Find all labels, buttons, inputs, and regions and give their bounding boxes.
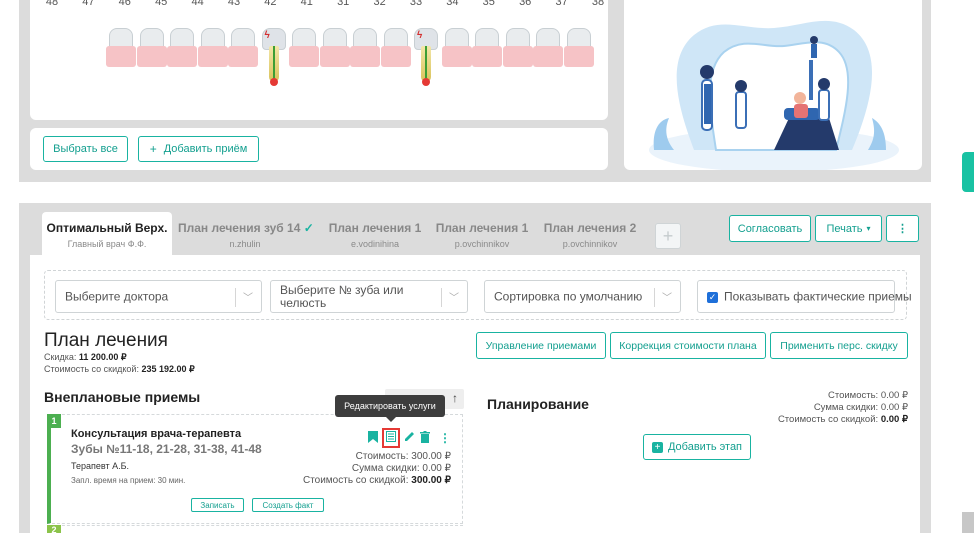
tooth-chart: 48 47 46 45 44 43 42 41 31 32 33 34 35 36 37 38 ϟϟ	[30, 0, 608, 120]
tooth-actions-panel: Выбрать все + Добавить приём	[30, 128, 608, 170]
chevron-down-icon: ﹀	[449, 293, 459, 304]
plan-tab-author: p.ovchinnikov	[454, 239, 510, 249]
plan-tab[interactable]: План лечения зуб 14 ✓ n.zhulin	[178, 212, 314, 256]
appointment-card	[47, 525, 463, 533]
add-stage-label: Добавить этап	[667, 441, 743, 453]
plan-cost-with-discount: Стоимость со скидкой: 235 192.00 ₽	[44, 364, 195, 374]
service-teeth: Зубы №11-18, 21-28, 31-38, 41-48	[71, 442, 262, 456]
planning-total: Стоимость со скидкой: 0.00 ₽	[777, 414, 908, 425]
create-fact-button[interactable]: Создать факт	[252, 498, 324, 512]
service-cost: Стоимость: 300.00 ₽	[355, 451, 451, 462]
side-feedback-tab[interactable]	[962, 152, 974, 192]
tooth-number: 46	[118, 0, 131, 8]
plan-title: План лечения	[44, 330, 168, 351]
more-vertical-icon: ⋮	[897, 223, 908, 235]
plan-tab-author: p.ovchinnikov	[562, 239, 618, 249]
apply-personal-discount-button[interactable]: Применить перс. скидку	[770, 332, 908, 359]
tooth-number: 43	[227, 0, 241, 8]
plan-tab[interactable]: План лечения 1 e.vodinihina	[322, 212, 428, 256]
plan-tab-title: План лечения 1	[435, 221, 529, 235]
select-all-label: Выбрать все	[53, 143, 118, 155]
plan-discount: Скидка: 11 200.00 ₽	[44, 352, 127, 362]
checkbox-checked-icon[interactable]: ✓	[707, 292, 718, 303]
add-appointment-button[interactable]: + Добавить приём	[138, 136, 259, 162]
tooth-number: 34	[446, 0, 459, 8]
manage-appointments-button[interactable]: Управление приемами	[476, 332, 606, 359]
service-doctor: Терапевт А.Б.	[71, 461, 130, 471]
add-appointment-label: Добавить приём	[163, 143, 248, 155]
service-discount: Сумма скидки: 0.00 ₽	[351, 463, 451, 474]
tooth-number: 42	[264, 0, 277, 8]
tooth-number: 33	[409, 0, 423, 8]
add-plan-tab-button[interactable]: +	[655, 223, 681, 249]
plus-icon: +	[149, 142, 157, 156]
agree-button[interactable]: Согласовать	[729, 215, 811, 242]
chevron-down-icon: ▾	[866, 224, 871, 233]
check-icon: ✓	[300, 221, 314, 235]
plan-tab[interactable]: План лечения 2 p.ovchinnikov	[538, 212, 642, 256]
planning-title: Планирование	[487, 396, 589, 412]
pencil-icon[interactable]	[404, 431, 415, 445]
appointment-number-badge: 1	[47, 414, 61, 428]
service-total: Стоимость со скидкой: 300.00 ₽	[302, 475, 451, 486]
tooltip-arrow	[386, 417, 396, 422]
tooth-select-placeholder: Выберите № зуба или челюсть	[280, 282, 404, 310]
plan-tab-author: e.vodinihina	[350, 239, 400, 249]
show-actual-label: Показывать фактические приемы	[724, 289, 912, 303]
dentist-illustration	[624, 0, 922, 170]
plan-tab-title: План лечения 2	[543, 221, 637, 235]
plan-tab-title: План лечения 1	[328, 221, 422, 235]
tooth-number: 45	[155, 0, 168, 8]
add-stage-button[interactable]: + Добавить этап	[643, 434, 751, 460]
tooth-number: 31	[337, 0, 350, 8]
record-button[interactable]: Записать	[191, 498, 244, 512]
tooth-number: 47	[82, 0, 95, 8]
more-vertical-icon[interactable]: ⋮	[439, 431, 451, 445]
planned-time: Запл. время на прием: 30 мин.	[71, 476, 186, 485]
tooth-select[interactable]: Выберите № зуба или челюсть ﹀	[270, 280, 468, 313]
unplanned-appointments-title: Внеплановые приемы	[44, 389, 201, 405]
bookmark-icon[interactable]	[368, 431, 378, 446]
agree-label: Согласовать	[737, 222, 803, 235]
edit-services-icon[interactable]	[382, 428, 400, 448]
correct-plan-cost-button[interactable]: Коррекция стоимости плана	[610, 332, 766, 359]
print-button[interactable]: Печать ▾	[815, 215, 882, 242]
sort-select-value: Сортировка по умолчанию	[494, 289, 643, 303]
tooth-numbers-row: 48 47 46 45 44 43 42 41 31 32 33 34 35 36 37 38	[30, 0, 608, 12]
chevron-down-icon: ﹀	[243, 293, 253, 304]
edit-services-tooltip: Редактировать услуги	[335, 395, 445, 417]
tooth-number: 35	[482, 0, 495, 8]
plan-tab[interactable]: План лечения 1 p.ovchinnikov	[432, 212, 532, 256]
plan-tab-title: План лечения зуб 14 ✓	[178, 221, 314, 235]
plan-tab-title: Оптимальный Верх.	[46, 221, 168, 235]
appointment-number-badge: 2	[47, 525, 61, 533]
dental-clinic-illustration	[649, 20, 899, 170]
trash-icon[interactable]	[420, 431, 430, 446]
tooth-number: 41	[300, 0, 313, 8]
tooth-number: 36	[519, 0, 532, 8]
sort-select[interactable]: Сортировка по умолчанию ﹀	[484, 280, 681, 313]
planning-cost: Стоимость: 0.00 ₽	[827, 390, 908, 401]
tooth-number: 38	[591, 0, 605, 8]
plan-tab-author: n.zhulin	[229, 239, 261, 249]
select-all-button[interactable]: Выбрать все	[43, 136, 128, 162]
show-actual-checkbox-field[interactable]: ✓ Показывать фактические приемы	[697, 280, 912, 313]
scrollbar-thumb[interactable]	[962, 512, 974, 533]
tooth-number: 48	[45, 0, 59, 8]
tooth-number: 44	[191, 0, 204, 8]
doctor-select[interactable]: Выберите доктора ﹀	[55, 280, 262, 313]
service-name: Консультация врача-терапевта	[71, 428, 242, 440]
plan-tab[interactable]: Оптимальный Верх. Главный врач Ф.Ф.	[42, 212, 172, 256]
chevron-down-icon: ﹀	[662, 293, 672, 304]
print-label: Печать	[826, 222, 863, 235]
more-menu-button[interactable]: ⋮	[886, 215, 919, 242]
doctor-select-placeholder: Выберите доктора	[65, 289, 169, 303]
tooth-number: 32	[373, 0, 386, 8]
plan-tab-author: Главный врач Ф.Ф.	[67, 239, 147, 249]
arrow-up-icon: ↑	[452, 391, 458, 405]
tooth-number: 37	[555, 0, 568, 8]
planning-discount: Сумма скидки: 0.00 ₽	[813, 402, 908, 413]
plus-icon: +	[651, 441, 663, 453]
